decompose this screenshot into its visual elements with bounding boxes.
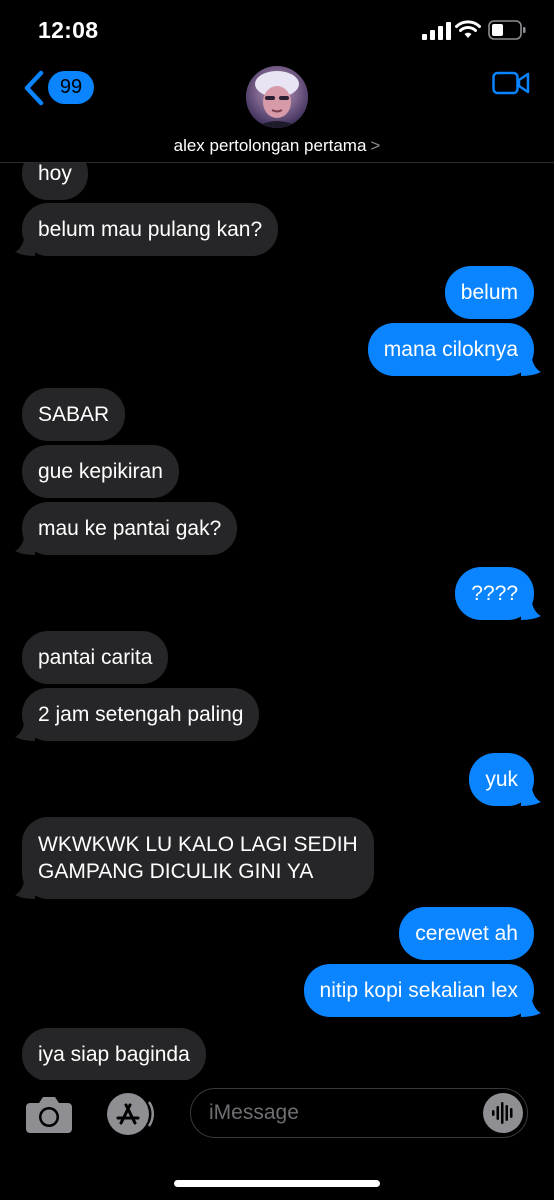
cellular-signal-icon bbox=[422, 22, 451, 40]
conversation-header: 99 alex pertolongan pertama > bbox=[0, 62, 554, 163]
message-bubble-received[interactable]: hoy bbox=[22, 163, 88, 200]
message-bubble-received[interactable]: mau ke pantai gak? bbox=[15, 502, 238, 555]
message-bubble-received[interactable]: SABAR bbox=[22, 388, 126, 441]
contact-name[interactable]: alex pertolongan pertama > bbox=[0, 136, 554, 156]
message-bubble-sent[interactable]: belum bbox=[444, 266, 534, 319]
message-bubble-sent[interactable]: cerewet ah bbox=[399, 907, 534, 960]
message-bubble-sent[interactable]: ???? bbox=[455, 567, 541, 620]
message-text: iya siap baginda bbox=[38, 1043, 190, 1066]
message-text: SABAR bbox=[38, 403, 110, 426]
back-chevron-icon[interactable] bbox=[22, 70, 46, 106]
status-bar: 12:08 bbox=[0, 0, 554, 62]
message-text: 2 jam setengah paling bbox=[38, 703, 244, 726]
waveform-icon bbox=[492, 1102, 513, 1124]
message-text: hoy bbox=[38, 163, 72, 185]
message-text: mau ke pantai gak? bbox=[38, 517, 222, 540]
message-bubble-sent[interactable]: yuk bbox=[469, 753, 541, 806]
bubble-tail bbox=[521, 995, 541, 1017]
message-bubble-received[interactable]: belum mau pulang kan? bbox=[15, 203, 279, 256]
chevron-right-icon: > bbox=[370, 136, 381, 155]
message-text: mana ciloknya bbox=[383, 338, 518, 361]
video-call-icon[interactable] bbox=[492, 70, 530, 96]
battery-icon bbox=[488, 20, 526, 40]
message-bubble-sent[interactable]: nitip kopi sekalian lex bbox=[303, 964, 541, 1017]
message-text-line: WKWKWK LU KALO LAGI SEDIH bbox=[38, 833, 358, 856]
message-text: ???? bbox=[471, 582, 518, 605]
bubble-tail bbox=[521, 354, 541, 376]
message-text: belum bbox=[460, 281, 518, 304]
message-bubble-received[interactable]: iya siap baginda bbox=[22, 1028, 206, 1080]
message-bubble-received[interactable]: pantai carita bbox=[22, 631, 169, 684]
bubble-tail bbox=[15, 719, 35, 741]
message-bubble-received[interactable]: gue kepikiran bbox=[22, 445, 179, 498]
message-bubble-received[interactable]: WKWKWK LU KALO LAGI SEDIH GAMPANG DICULI… bbox=[15, 817, 374, 899]
bubble-tail bbox=[15, 234, 35, 256]
avatar-photo bbox=[246, 66, 308, 128]
message-text: nitip kopi sekalian lex bbox=[319, 979, 518, 1002]
bubble-tail bbox=[521, 598, 541, 620]
message-text-line: GAMPANG DICULIK GINI YA bbox=[38, 860, 314, 883]
message-input-field[interactable] bbox=[190, 1088, 528, 1138]
imessage-input[interactable] bbox=[209, 1089, 479, 1136]
home-indicator[interactable] bbox=[174, 1180, 380, 1187]
message-list[interactable]: hoy belum mau pulang kan? belum mana cil… bbox=[0, 163, 554, 1080]
wifi-icon bbox=[455, 20, 481, 38]
contact-name-label: alex pertolongan pertama bbox=[173, 136, 367, 155]
bubble-tail bbox=[15, 533, 35, 555]
bubble-tail bbox=[521, 784, 541, 806]
audio-message-button[interactable] bbox=[483, 1093, 523, 1133]
message-text: gue kepikiran bbox=[38, 460, 163, 483]
bubble-tail bbox=[15, 877, 35, 899]
message-text: yuk bbox=[485, 768, 518, 791]
camera-icon[interactable] bbox=[24, 1094, 74, 1134]
message-bubble-sent[interactable]: mana ciloknya bbox=[367, 323, 541, 376]
app-store-icon[interactable] bbox=[104, 1092, 156, 1136]
contact-avatar[interactable] bbox=[246, 66, 308, 128]
message-bubble-received[interactable]: 2 jam setengah paling bbox=[15, 688, 260, 741]
message-text: cerewet ah bbox=[415, 922, 518, 945]
unread-count-badge[interactable]: 99 bbox=[48, 71, 94, 104]
status-time: 12:08 bbox=[38, 17, 99, 43]
message-text: belum mau pulang kan? bbox=[38, 218, 263, 241]
message-text: pantai carita bbox=[38, 646, 153, 669]
